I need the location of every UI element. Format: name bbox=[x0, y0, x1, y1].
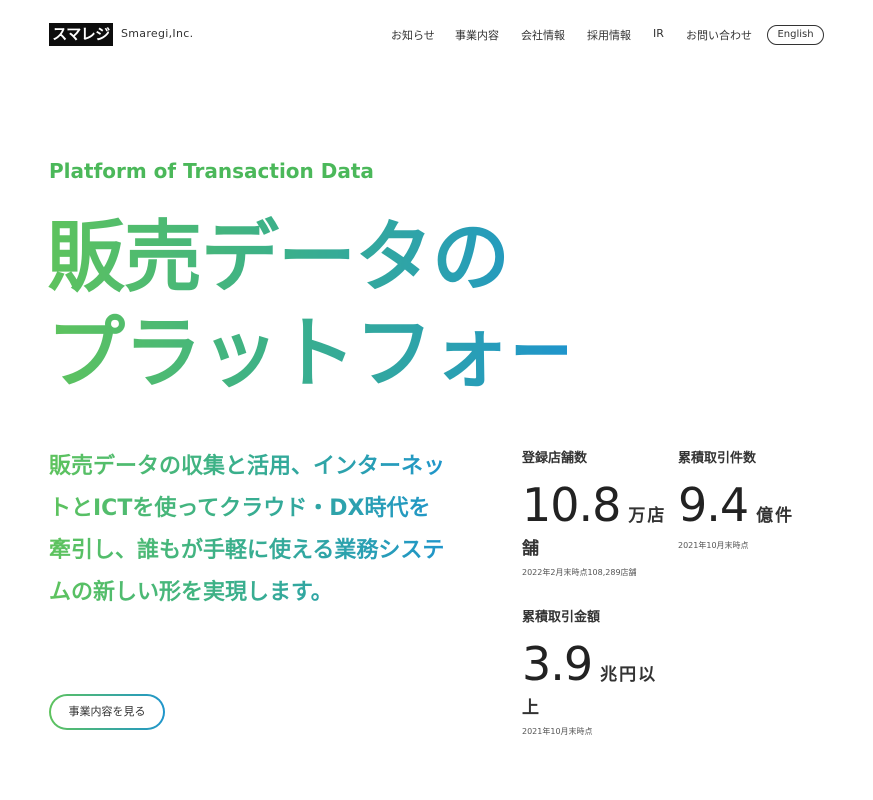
stat-amount: 累積取引金額 3.9 兆円以 上 2021年10月末時点 bbox=[522, 606, 657, 737]
hero-title-line-1: 販売データの bbox=[47, 213, 510, 303]
stat-value: 9.4 bbox=[678, 478, 749, 532]
stat-unit: 万店 bbox=[628, 506, 667, 526]
stat-value: 3.9 bbox=[522, 637, 593, 691]
nav-item-company[interactable]: 会社情報 bbox=[521, 27, 565, 43]
hero-title: 販売データの プラットフォーム bbox=[47, 210, 567, 402]
stat-unit: 兆円以 bbox=[600, 665, 658, 685]
company-name: Smaregi,Inc. bbox=[121, 27, 194, 40]
hero-description: 販売データの収集と活用、インターネットとICTを使ってクラウド・DX時代を牽引し… bbox=[49, 446, 449, 614]
stat-transactions: 累積取引件数 9.4 億件 2021年10月末時点 bbox=[678, 447, 794, 551]
stat-value-row: 3.9 兆円以 上 bbox=[522, 637, 657, 718]
stat-unit: 億件 bbox=[756, 506, 795, 526]
nav-item-business[interactable]: 事業内容 bbox=[455, 27, 499, 43]
stat-value-row: 10.8 万店 舗 bbox=[522, 478, 666, 559]
stat-stores: 登録店舗数 10.8 万店 舗 2022年2月末時点108,289店舗 bbox=[522, 447, 666, 578]
nav-item-ir[interactable]: IR bbox=[653, 27, 664, 40]
stat-label: 累積取引件数 bbox=[678, 451, 757, 466]
nav-item-news[interactable]: お知らせ bbox=[391, 27, 435, 43]
nav-item-contact[interactable]: お問い合わせ bbox=[686, 27, 752, 43]
hero-title-line-2: プラットフォーム bbox=[47, 309, 661, 399]
tagline: Platform of Transaction Data bbox=[49, 159, 374, 183]
english-button[interactable]: English bbox=[767, 25, 824, 45]
view-business-label: 事業内容を見る bbox=[51, 696, 163, 728]
page: スマレジ Smaregi,Inc. お知らせ 事業内容 会社情報 採用情報 IR… bbox=[0, 0, 873, 800]
stat-label: 登録店舗数 bbox=[522, 451, 588, 466]
stat-note: 2021年10月末時点 bbox=[678, 541, 749, 550]
nav-item-recruit[interactable]: 採用情報 bbox=[587, 27, 631, 43]
logo[interactable]: スマレジ bbox=[49, 23, 113, 46]
view-business-button[interactable]: 事業内容を見る bbox=[49, 694, 165, 730]
stat-label: 累積取引金額 bbox=[522, 610, 601, 625]
stat-note: 2021年10月末時点 bbox=[522, 727, 593, 736]
stat-value: 10.8 bbox=[522, 478, 621, 532]
stat-note: 2022年2月末時点108,289店舗 bbox=[522, 568, 637, 577]
stat-value-row: 9.4 億件 bbox=[678, 478, 794, 532]
stat-unit-tail: 舗 bbox=[522, 539, 539, 559]
stat-unit-tail: 上 bbox=[522, 698, 539, 718]
